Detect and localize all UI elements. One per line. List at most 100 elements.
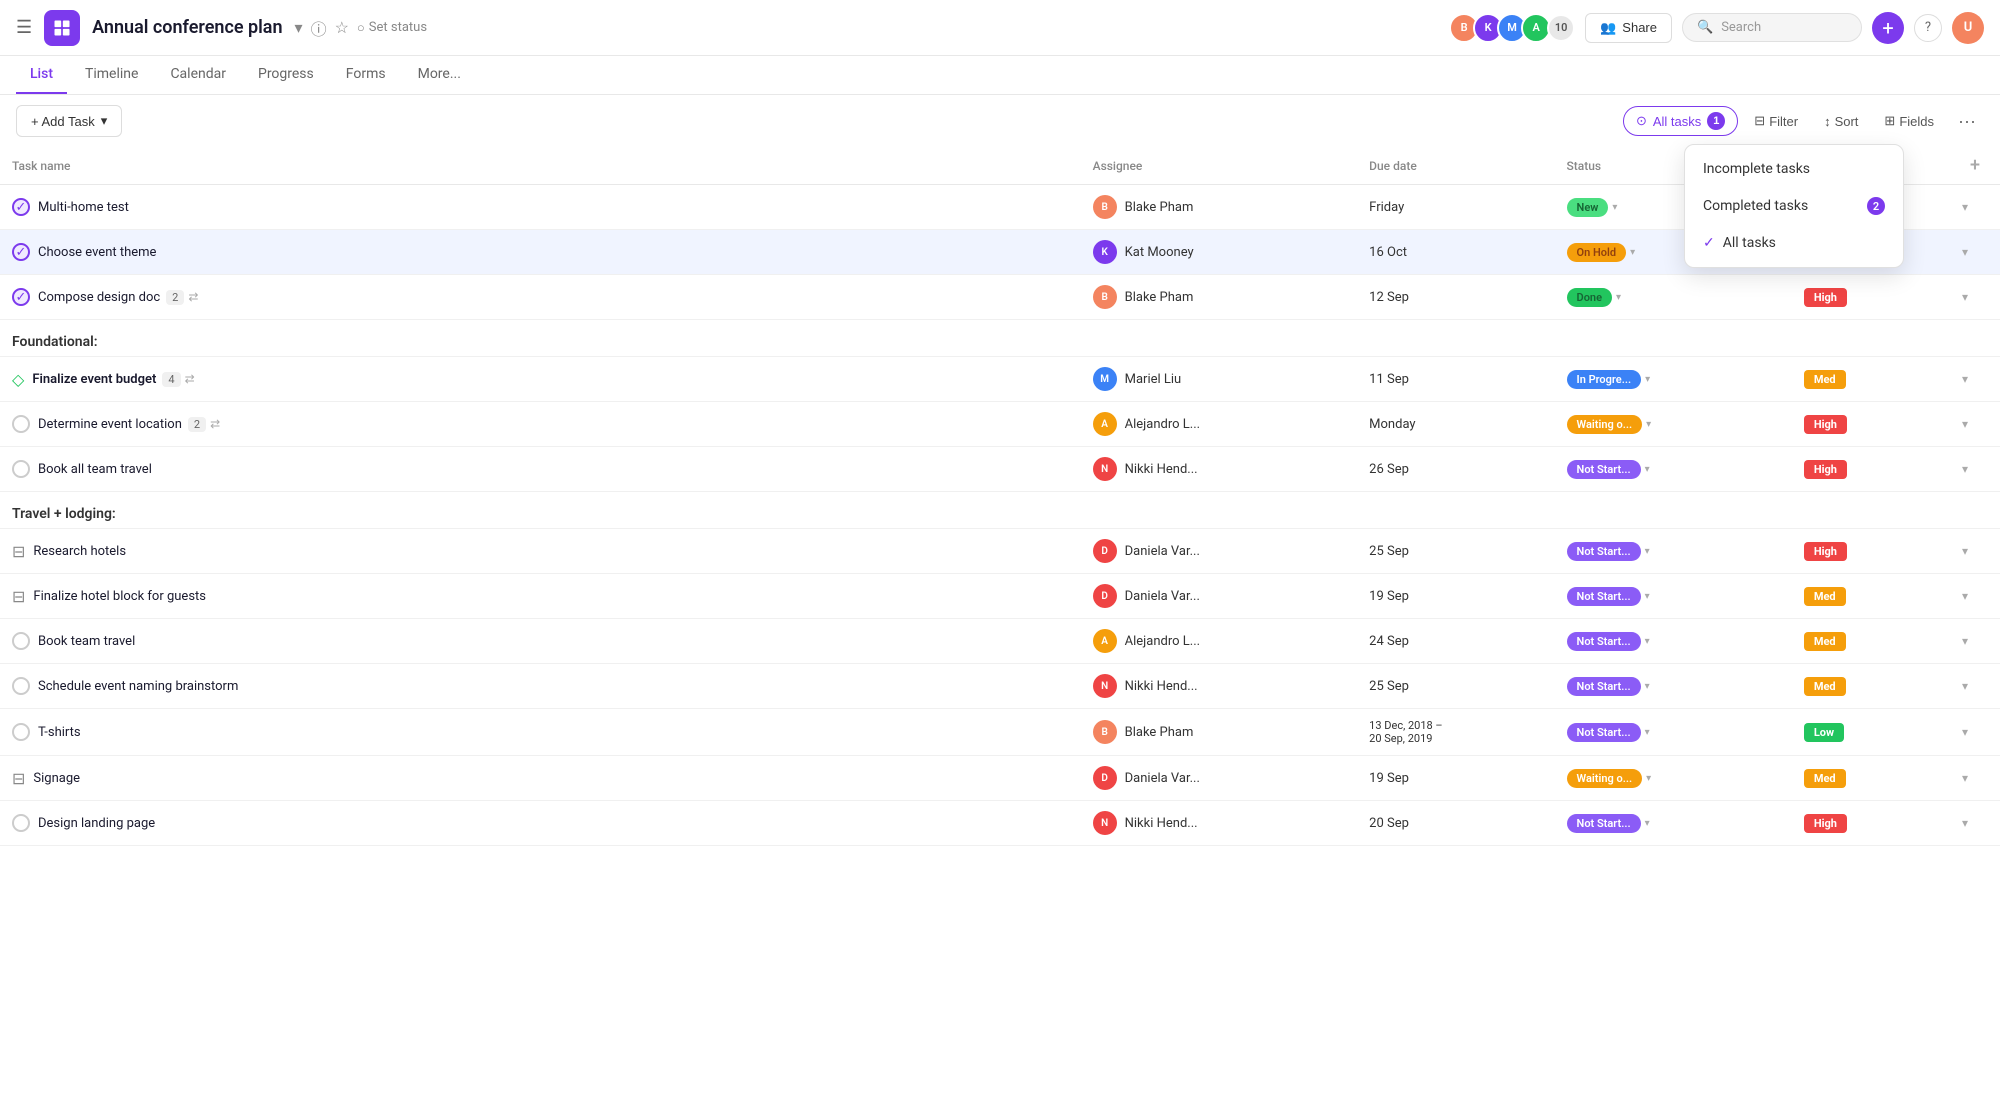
dropdown-completed-tasks[interactable]: Completed tasks 2 bbox=[1685, 187, 1903, 225]
status-dropdown-arrow[interactable]: ▾ bbox=[1646, 419, 1651, 430]
col-header-add[interactable]: + bbox=[1950, 147, 2000, 185]
dropdown-all-tasks[interactable]: ✓ All tasks bbox=[1685, 225, 1903, 261]
priority-badge[interactable]: High bbox=[1804, 542, 1847, 561]
status-badge[interactable]: On Hold bbox=[1567, 243, 1627, 262]
menu-icon[interactable]: ☰ bbox=[16, 17, 32, 38]
expand-icon[interactable]: ▾ bbox=[1962, 816, 1968, 830]
status-dropdown-arrow[interactable]: ▾ bbox=[1645, 818, 1650, 829]
expand-icon[interactable]: ▾ bbox=[1962, 589, 1968, 603]
share-button[interactable]: 👥 Share bbox=[1585, 13, 1672, 43]
status-dropdown-arrow[interactable]: ▾ bbox=[1645, 636, 1650, 647]
all-tasks-button[interactable]: ⊙ All tasks 1 bbox=[1623, 106, 1738, 136]
expand-icon[interactable]: ▾ bbox=[1962, 725, 1968, 739]
tab-calendar[interactable]: Calendar bbox=[156, 56, 240, 94]
tab-timeline[interactable]: Timeline bbox=[71, 56, 152, 94]
expand-icon[interactable]: ▾ bbox=[1962, 372, 1968, 386]
status-badge[interactable]: Not Start... bbox=[1567, 542, 1641, 561]
status-dropdown-arrow[interactable]: ▾ bbox=[1645, 681, 1650, 692]
priority-badge[interactable]: High bbox=[1804, 814, 1847, 833]
assignee-cell: N Nikki Hend... bbox=[1093, 811, 1346, 835]
assignee-cell: D Daniela Var... bbox=[1093, 766, 1346, 790]
status-dropdown-arrow[interactable]: ▾ bbox=[1645, 546, 1650, 557]
filter-button[interactable]: ⊟ Filter bbox=[1744, 107, 1808, 135]
expand-icon[interactable]: ▾ bbox=[1962, 771, 1968, 785]
sort-button[interactable]: ↕ Sort bbox=[1814, 108, 1868, 135]
status-dropdown-arrow[interactable]: ▾ bbox=[1645, 464, 1650, 475]
tab-more[interactable]: More... bbox=[404, 56, 475, 94]
table-row: Design landing page N Nikki Hend... 20 S… bbox=[0, 801, 2000, 846]
status-badge[interactable]: Not Start... bbox=[1567, 814, 1641, 833]
priority-badge[interactable]: Med bbox=[1804, 677, 1846, 696]
help-button[interactable]: ? bbox=[1914, 14, 1942, 42]
status-dropdown-arrow[interactable]: ▾ bbox=[1645, 591, 1650, 602]
info-icon[interactable]: ⓘ bbox=[311, 16, 327, 40]
fields-button[interactable]: ⊞ Fields bbox=[1874, 107, 1944, 135]
assignee-cell: K Kat Mooney bbox=[1093, 240, 1346, 264]
priority-badge[interactable]: Med bbox=[1804, 769, 1846, 788]
avatar-count: 10 bbox=[1547, 14, 1575, 42]
due-date: 24 Sep bbox=[1357, 619, 1554, 664]
expand-icon[interactable]: ▾ bbox=[1962, 245, 1968, 259]
status-dropdown-arrow[interactable]: ▾ bbox=[1645, 727, 1650, 738]
status-badge[interactable]: Done bbox=[1567, 288, 1612, 307]
task-check-icon[interactable] bbox=[12, 677, 30, 695]
status-badge[interactable]: New bbox=[1567, 198, 1609, 217]
user-avatar[interactable]: U bbox=[1952, 12, 1984, 44]
priority-badge[interactable]: Med bbox=[1804, 370, 1846, 389]
due-date: 20 Sep bbox=[1357, 801, 1554, 846]
task-check-icon[interactable] bbox=[12, 814, 30, 832]
priority-badge[interactable]: Med bbox=[1804, 632, 1846, 651]
status-dropdown-arrow[interactable]: ▾ bbox=[1616, 292, 1621, 303]
chevron-down-icon: ▾ bbox=[101, 113, 108, 129]
chevron-down-icon[interactable]: ▾ bbox=[295, 18, 303, 37]
col-header-task-name: Task name bbox=[0, 147, 1081, 185]
priority-badge[interactable]: High bbox=[1804, 460, 1847, 479]
expand-icon[interactable]: ▾ bbox=[1962, 417, 1968, 431]
status-badge[interactable]: Not Start... bbox=[1567, 632, 1641, 651]
task-name: Finalize event budget bbox=[32, 372, 156, 387]
expand-icon[interactable]: ▾ bbox=[1962, 544, 1968, 558]
task-check-icon[interactable] bbox=[12, 415, 30, 433]
table-row: ⊟ Research hotels D Daniela Var... 25 Se… bbox=[0, 529, 2000, 574]
star-icon[interactable]: ☆ bbox=[335, 18, 349, 37]
priority-badge[interactable]: Med bbox=[1804, 587, 1846, 606]
status-badge[interactable]: Not Start... bbox=[1567, 460, 1641, 479]
assignee-name: Blake Pham bbox=[1125, 725, 1194, 740]
status-badge[interactable]: Not Start... bbox=[1567, 677, 1641, 696]
status-dropdown-arrow[interactable]: ▾ bbox=[1630, 247, 1635, 258]
task-check-icon[interactable] bbox=[12, 460, 30, 478]
expand-icon[interactable]: ▾ bbox=[1962, 634, 1968, 648]
set-status[interactable]: ○ Set status bbox=[357, 20, 427, 36]
search-bar[interactable]: 🔍 Search bbox=[1682, 13, 1862, 42]
status-badge[interactable]: Not Start... bbox=[1567, 723, 1641, 742]
expand-icon[interactable]: ▾ bbox=[1962, 462, 1968, 476]
tab-forms[interactable]: Forms bbox=[332, 56, 400, 94]
status-badge[interactable]: In Progre... bbox=[1567, 370, 1642, 389]
add-button[interactable]: + bbox=[1872, 12, 1904, 44]
more-button[interactable]: ··· bbox=[1950, 107, 1984, 136]
status-dropdown-arrow[interactable]: ▾ bbox=[1645, 374, 1650, 385]
due-date: 19 Sep bbox=[1357, 756, 1554, 801]
task-complete-icon[interactable]: ✓ bbox=[12, 198, 30, 216]
task-check-icon[interactable] bbox=[12, 632, 30, 650]
task-check-icon[interactable] bbox=[12, 723, 30, 741]
task-complete-icon[interactable]: ✓ bbox=[12, 243, 30, 261]
tab-progress[interactable]: Progress bbox=[244, 56, 328, 94]
add-task-button[interactable]: + Add Task ▾ bbox=[16, 105, 122, 137]
expand-icon[interactable]: ▾ bbox=[1962, 679, 1968, 693]
status-badge[interactable]: Waiting o... bbox=[1567, 769, 1643, 788]
tab-list[interactable]: List bbox=[16, 56, 67, 94]
dropdown-incomplete-tasks[interactable]: Incomplete tasks bbox=[1685, 151, 1903, 187]
expand-icon[interactable]: ▾ bbox=[1962, 290, 1968, 304]
priority-badge[interactable]: High bbox=[1804, 288, 1847, 307]
priority-badge[interactable]: High bbox=[1804, 415, 1847, 434]
milestone-icon: ◇ bbox=[12, 370, 24, 389]
status-dropdown-arrow[interactable]: ▾ bbox=[1646, 773, 1651, 784]
status-badge[interactable]: Not Start... bbox=[1567, 587, 1641, 606]
status-dropdown-arrow[interactable]: ▾ bbox=[1612, 202, 1617, 213]
task-complete-icon[interactable]: ✓ bbox=[12, 288, 30, 306]
status-badge[interactable]: Waiting o... bbox=[1567, 415, 1643, 434]
priority-badge[interactable]: Low bbox=[1804, 723, 1844, 742]
due-date: Monday bbox=[1357, 402, 1554, 447]
expand-icon[interactable]: ▾ bbox=[1962, 200, 1968, 214]
